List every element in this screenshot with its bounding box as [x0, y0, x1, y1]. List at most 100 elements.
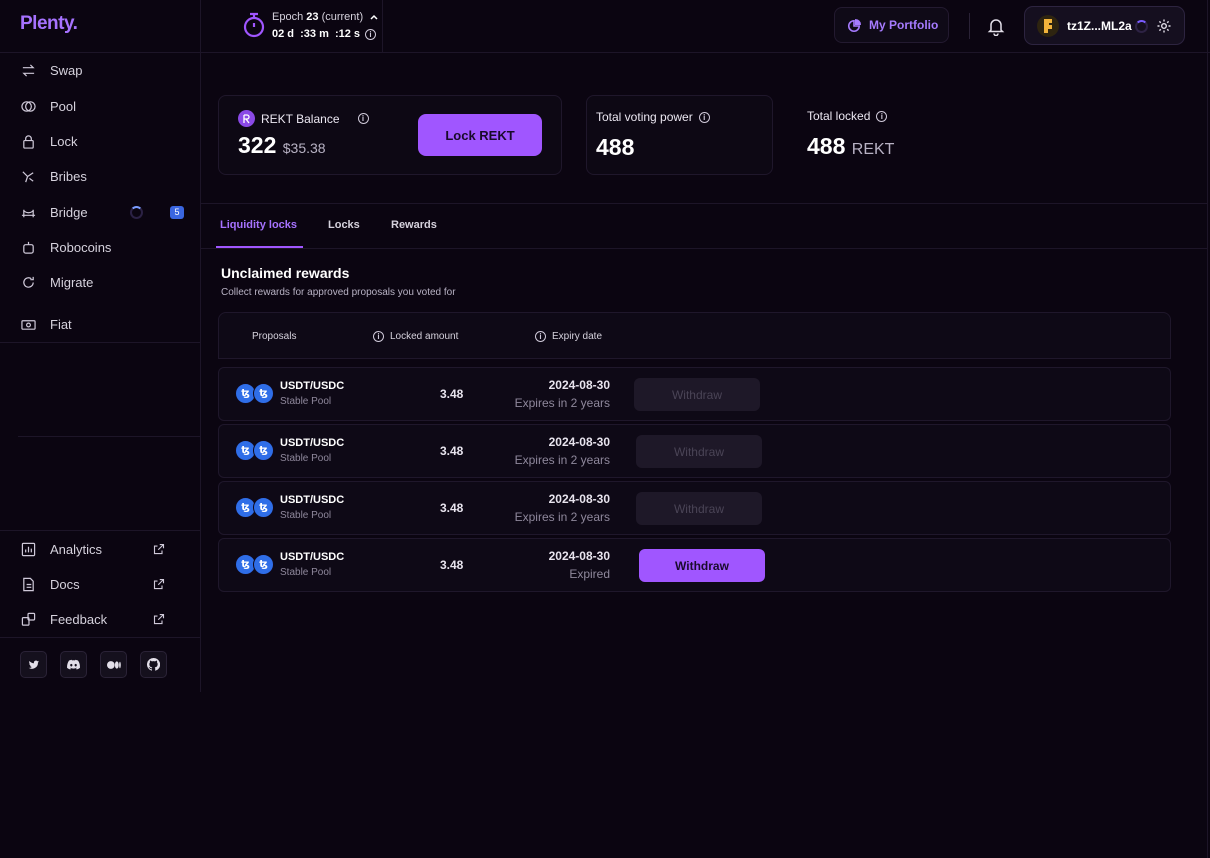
- sidebar-divider: [0, 637, 201, 638]
- voting-value: 488: [596, 134, 635, 160]
- pool-type: Stable Pool: [280, 567, 332, 578]
- column-header-locked-amount: i Locked amount: [373, 331, 458, 342]
- sidebar-item-pool[interactable]: Pool: [0, 90, 201, 122]
- sidebar-divider: [18, 436, 201, 437]
- info-icon[interactable]: i: [535, 331, 546, 342]
- epoch-prefix: Epoch: [272, 11, 304, 23]
- github-icon[interactable]: [140, 651, 167, 678]
- tezos-token-icon: ꜩ: [253, 497, 274, 518]
- sidebar-link-label: Feedback: [50, 611, 108, 627]
- header-divider: [969, 13, 970, 39]
- sidebar-item-label: Bribes: [50, 168, 87, 184]
- locked-unit: REKT: [851, 141, 895, 158]
- expiry-status: Expires in 2 years: [514, 510, 610, 524]
- sidebar-item-label: Migrate: [50, 274, 94, 290]
- tab-locks[interactable]: Locks: [328, 219, 360, 231]
- tezos-token-icon: ꜩ: [253, 554, 274, 575]
- tezos-token-icon: ꜩ: [253, 440, 274, 461]
- external-link-icon: [153, 542, 167, 556]
- page-edge-divider: [1207, 0, 1208, 858]
- locked-amount: 3.48: [440, 387, 464, 401]
- sidebar-divider: [0, 52, 201, 53]
- expiry-status: Expired: [569, 567, 610, 581]
- info-icon[interactable]: i: [365, 28, 377, 40]
- voting-label: Total voting power i: [596, 110, 710, 124]
- section-subtitle: Collect rewards for approved proposals y…: [221, 287, 456, 298]
- locked-value: 488: [807, 133, 846, 159]
- pool-pair: USDT/USDC: [280, 437, 345, 449]
- info-icon[interactable]: i: [373, 331, 384, 342]
- sidebar-item-migrate[interactable]: Migrate: [0, 266, 201, 298]
- epoch-label: Epoch 23 (current): [272, 11, 378, 23]
- expiry-status: Expires in 2 years: [514, 453, 610, 467]
- expiry-date: 2024-08-30: [548, 492, 610, 506]
- column-header-expiry-date: i Expiry date: [535, 331, 602, 342]
- sidebar-item-bridge[interactable]: Bridge 5: [0, 196, 201, 228]
- tab-rewards[interactable]: Rewards: [391, 219, 437, 231]
- column-header-label: Locked amount: [390, 331, 459, 342]
- lock-icon: [20, 133, 36, 149]
- sidebar-link-feedback[interactable]: Feedback: [0, 603, 201, 635]
- gear-icon[interactable]: [1156, 18, 1172, 34]
- voting-power-card: Total voting power i 488: [586, 95, 773, 175]
- robocoins-icon: [20, 239, 36, 255]
- info-icon[interactable]: i: [876, 110, 888, 122]
- info-icon[interactable]: i: [698, 111, 710, 123]
- section-divider: [201, 203, 1207, 204]
- sidebar-item-fiat[interactable]: Fiat: [0, 308, 201, 340]
- locked-label-text: Total locked: [807, 109, 871, 123]
- sidebar-item-robocoins[interactable]: Robocoins: [0, 231, 201, 263]
- epoch-number: 23: [306, 11, 319, 23]
- withdraw-button[interactable]: Withdraw: [636, 435, 762, 468]
- info-icon[interactable]: i: [357, 113, 369, 124]
- loading-spinner-icon: [130, 205, 143, 219]
- tab-liquidity-locks[interactable]: Liquidity locks: [220, 219, 297, 231]
- wallet-address: tz1Z...ML2a: [1067, 19, 1132, 33]
- section-divider: [201, 248, 1207, 249]
- sidebar-item-label: Robocoins: [50, 239, 112, 255]
- expiry-date: 2024-08-30: [548, 435, 610, 449]
- external-link-icon: [153, 612, 167, 626]
- sidebar-link-label: Analytics: [50, 541, 103, 557]
- epoch-selector[interactable]: Epoch 23 (current) 02 d :33 m :12 s i: [221, 0, 383, 53]
- notification-bell-icon[interactable]: [986, 16, 1006, 37]
- sidebar-item-lock[interactable]: Lock: [0, 125, 201, 157]
- discord-icon[interactable]: [60, 651, 87, 678]
- withdraw-button[interactable]: Withdraw: [636, 492, 762, 525]
- bridge-count-badge: 5: [170, 205, 184, 219]
- locked-amount: 3.48: [440, 558, 464, 572]
- sidebar-item-label: Bridge: [50, 204, 88, 220]
- sidebar-item-swap[interactable]: Swap: [0, 54, 201, 86]
- sidebar-item-label: Swap: [50, 62, 83, 78]
- top-header: Epoch 23 (current) 02 d :33 m :12 s i My…: [201, 0, 1210, 53]
- table-row: ꜩ ꜩ USDT/USDC Stable Pool 3.48 2024-08-3…: [218, 538, 1171, 592]
- docs-icon: [20, 576, 36, 592]
- locked-value-row: 488 REKT: [807, 133, 894, 160]
- sidebar-link-analytics[interactable]: Analytics: [0, 533, 201, 565]
- plenty-logo[interactable]: Plenty.: [20, 13, 78, 35]
- bribes-icon: [20, 168, 36, 184]
- withdraw-button[interactable]: Withdraw: [634, 378, 760, 411]
- balance-usd: $35.38: [282, 140, 326, 156]
- withdraw-button[interactable]: Withdraw: [639, 549, 765, 582]
- pool-type: Stable Pool: [280, 453, 332, 464]
- my-portfolio-button[interactable]: My Portfolio: [834, 7, 949, 43]
- chevron-up-icon: [370, 11, 378, 23]
- tezos-token-icon: ꜩ: [253, 383, 274, 404]
- wallet-button[interactable]: tz1Z...ML2a: [1024, 6, 1185, 45]
- epoch-countdown: 02 d :33 m :12 s i: [272, 28, 377, 40]
- pool-icon: [20, 98, 36, 114]
- sidebar-link-docs[interactable]: Docs: [0, 568, 201, 600]
- pool-type: Stable Pool: [280, 510, 332, 521]
- sidebar-divider: [0, 342, 201, 343]
- medium-icon[interactable]: [100, 651, 127, 678]
- sidebar-item-bribes[interactable]: Bribes: [0, 160, 201, 192]
- twitter-icon[interactable]: [20, 651, 47, 678]
- table-row: ꜩ ꜩ USDT/USDC Stable Pool 3.48 2024-08-3…: [218, 367, 1171, 421]
- pool-pair: USDT/USDC: [280, 380, 345, 392]
- voting-label-text: Total voting power: [596, 110, 693, 124]
- column-header-proposals: Proposals: [252, 331, 296, 342]
- balance-value: 322: [238, 132, 277, 158]
- lock-rekt-button[interactable]: Lock REKT: [418, 114, 542, 156]
- loading-spinner-icon: [1135, 20, 1148, 33]
